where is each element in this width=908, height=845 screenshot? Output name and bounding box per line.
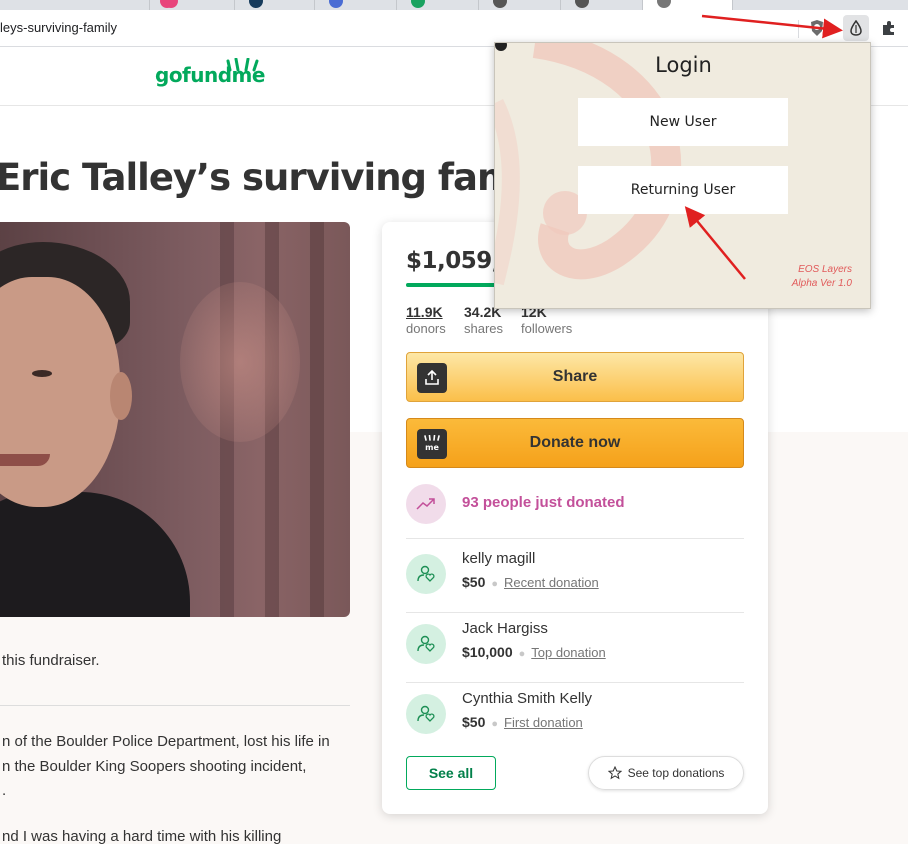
browser-tab[interactable]	[315, 0, 397, 10]
donor-name: kelly magill	[462, 550, 536, 567]
version-line: Alpha Ver 1.0	[791, 278, 852, 289]
stat-label: shares	[464, 321, 504, 336]
extensions-puzzle-icon[interactable]	[876, 15, 902, 41]
svg-text:me: me	[425, 443, 439, 452]
gofundme-me-icon: me	[417, 429, 447, 459]
donor-name: Jack Hargiss	[462, 620, 548, 637]
new-user-button[interactable]: New User	[578, 98, 788, 146]
progress-fill	[406, 283, 508, 287]
story-line: nd I was having a hard time with his kil…	[2, 828, 282, 845]
browser-tab[interactable]	[150, 0, 235, 10]
story-line: .	[2, 782, 7, 799]
browser-tab[interactable]	[397, 0, 479, 10]
share-button[interactable]: Share	[406, 352, 744, 402]
stat-donors[interactable]: 11.9K donors	[406, 304, 446, 336]
campaign-lede-text: this fundraiser.	[2, 652, 100, 669]
donation-row: Cynthia Smith Kelly $50 ● First donation	[406, 682, 744, 752]
story-line: n of the Boulder Police Department, lost…	[2, 733, 330, 750]
popup-title: Login	[655, 53, 712, 77]
donor-name: Cynthia Smith Kelly	[462, 690, 593, 707]
browser-tab-active[interactable]	[643, 0, 733, 10]
divider	[406, 538, 744, 539]
eos-layers-extension-icon[interactable]	[843, 15, 869, 41]
stat-label: followers	[521, 321, 573, 336]
eos-layers-popup: Login New User Returning User EOS Layers…	[494, 42, 871, 309]
browser-tab[interactable]	[561, 0, 643, 10]
star-icon	[607, 766, 622, 780]
donation-amount: $50	[462, 714, 486, 730]
popup-version: EOS Layers Alpha Ver 1.0	[792, 263, 852, 291]
share-label: Share	[552, 368, 598, 385]
address-bar-url[interactable]: leys-surviving-family	[0, 20, 117, 35]
donate-now-button[interactable]: me Donate now	[406, 418, 744, 468]
donation-kind-link[interactable]: First donation	[504, 715, 583, 730]
recent-donations-banner: 93 people just donated	[406, 482, 744, 538]
stat-value: 11.9K	[406, 304, 443, 320]
brave-shield-icon[interactable]	[804, 15, 830, 41]
trending-up-icon	[406, 484, 446, 524]
divider	[0, 705, 350, 706]
donation-row: kelly magill $50 ● Recent donation	[406, 542, 744, 612]
gofundme-sprout-icon	[226, 58, 259, 72]
donation-row: Jack Hargiss $10,000 ● Top donation	[406, 612, 744, 682]
see-top-donations-button[interactable]: See top donations	[588, 756, 744, 790]
recent-donations-text: 93 people just donated	[462, 494, 625, 511]
toolbar-divider	[798, 20, 799, 38]
donate-label: Donate now	[529, 434, 621, 451]
donor-heart-icon	[406, 694, 446, 734]
story-line: n the Boulder King Soopers shooting inci…	[2, 758, 307, 775]
version-line: EOS Layers	[798, 264, 852, 275]
donor-heart-icon	[406, 624, 446, 664]
see-all-button[interactable]: See all	[406, 756, 496, 790]
browser-tab-strip	[0, 0, 908, 10]
donation-amount: $50	[462, 574, 486, 590]
returning-user-button[interactable]: Returning User	[578, 166, 788, 214]
donation-amount: $10,000	[462, 644, 513, 660]
stat-label: donors	[406, 321, 446, 336]
browser-tab[interactable]	[0, 0, 174, 10]
campaign-photo[interactable]	[0, 222, 350, 617]
donation-card: $1,059,2 11.9K donors 34.2K shares 12K f…	[382, 222, 768, 814]
browser-tab[interactable]	[235, 0, 315, 10]
browser-tab[interactable]	[479, 0, 561, 10]
donation-kind-link[interactable]: Recent donation	[504, 575, 599, 590]
campaign-title: Eric Talley’s surviving family	[0, 156, 562, 199]
share-upload-icon	[417, 363, 447, 393]
see-top-donations-label: See top donations	[627, 766, 725, 780]
donor-heart-icon	[406, 554, 446, 594]
donation-kind-link[interactable]: Top donation	[531, 645, 605, 660]
